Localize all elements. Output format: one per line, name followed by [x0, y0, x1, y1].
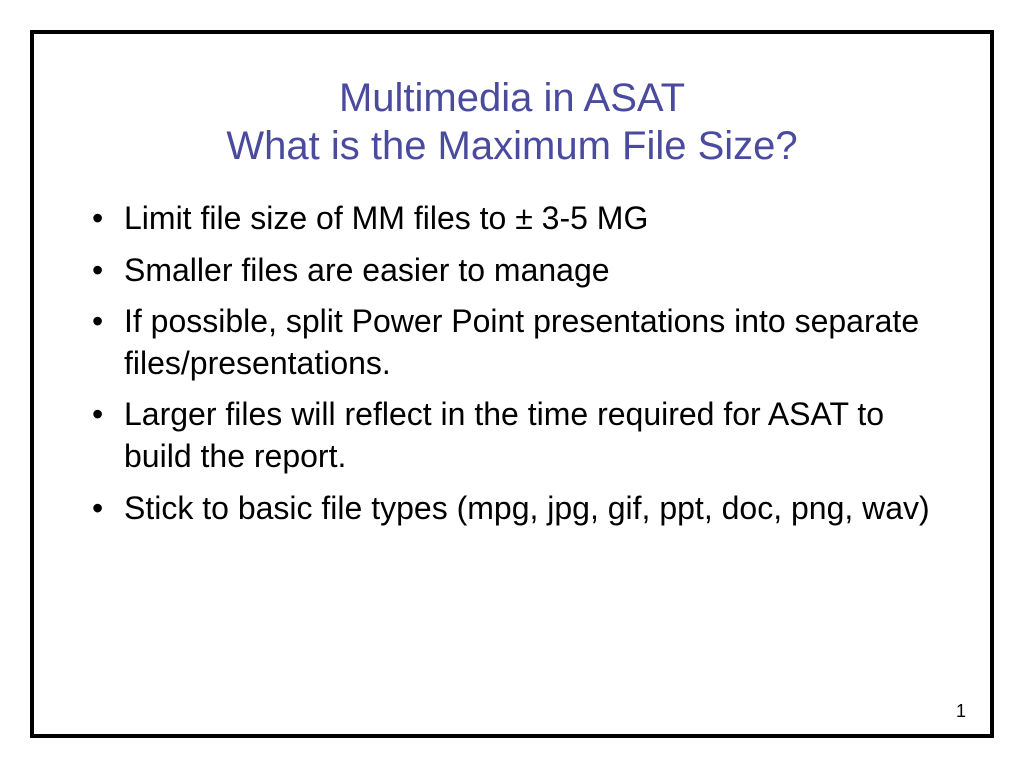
- list-item: Larger files will reflect in the time re…: [84, 394, 940, 477]
- page-number: 1: [956, 701, 966, 722]
- list-item: Smaller files are easier to manage: [84, 250, 940, 292]
- bullet-list: Limit file size of MM files to ± 3-5 MG …: [84, 198, 940, 704]
- title-line-2: What is the Maximum File Size?: [84, 122, 940, 170]
- list-item: Limit file size of MM files to ± 3-5 MG: [84, 198, 940, 240]
- slide-frame: Multimedia in ASAT What is the Maximum F…: [30, 30, 994, 738]
- list-item: Stick to basic file types (mpg, jpg, gif…: [84, 488, 940, 530]
- title-line-1: Multimedia in ASAT: [84, 74, 940, 122]
- slide-title: Multimedia in ASAT What is the Maximum F…: [84, 74, 940, 170]
- list-item: If possible, split Power Point presentat…: [84, 301, 940, 384]
